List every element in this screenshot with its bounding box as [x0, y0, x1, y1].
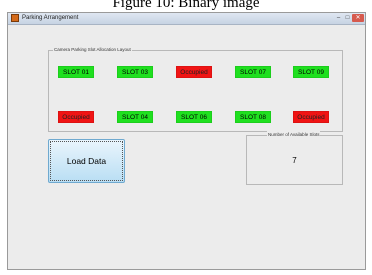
available-slots-value: 7: [292, 156, 297, 165]
slot-indicator: Occupied: [293, 111, 329, 123]
load-data-button[interactable]: Load Data: [48, 139, 125, 183]
minimize-button[interactable]: –: [334, 14, 343, 22]
app-icon: [11, 14, 19, 22]
slot-indicator: SLOT 01: [58, 66, 94, 78]
figure-caption: Figure 10: Binary image: [112, 0, 260, 11]
title-bar[interactable]: Parking Arrangement – □ ✕: [8, 13, 365, 25]
slot-indicator: SLOT 08: [235, 111, 271, 123]
slot-indicator: SLOT 03: [117, 66, 153, 78]
slot-indicator: SLOT 09: [293, 66, 329, 78]
slot-indicator: SLOT 07: [235, 66, 271, 78]
slot-indicator: SLOT 04: [117, 111, 153, 123]
window-title: Parking Arrangement: [22, 15, 79, 21]
close-button[interactable]: ✕: [352, 14, 364, 22]
maximize-button[interactable]: □: [343, 14, 352, 22]
slot-indicator: Occupied: [58, 111, 94, 123]
available-slots-title: Number of Available Slots: [267, 131, 321, 138]
slot-indicator: SLOT 06: [176, 111, 212, 123]
slot-layout-panel: Camera Parking Slot Allocation Layout SL…: [48, 46, 343, 132]
available-slots-panel: Number of Available Slots 7: [246, 131, 343, 185]
slot-layout-panel-title: Camera Parking Slot Allocation Layout: [53, 46, 132, 53]
slot-indicator: Occupied: [176, 66, 212, 78]
